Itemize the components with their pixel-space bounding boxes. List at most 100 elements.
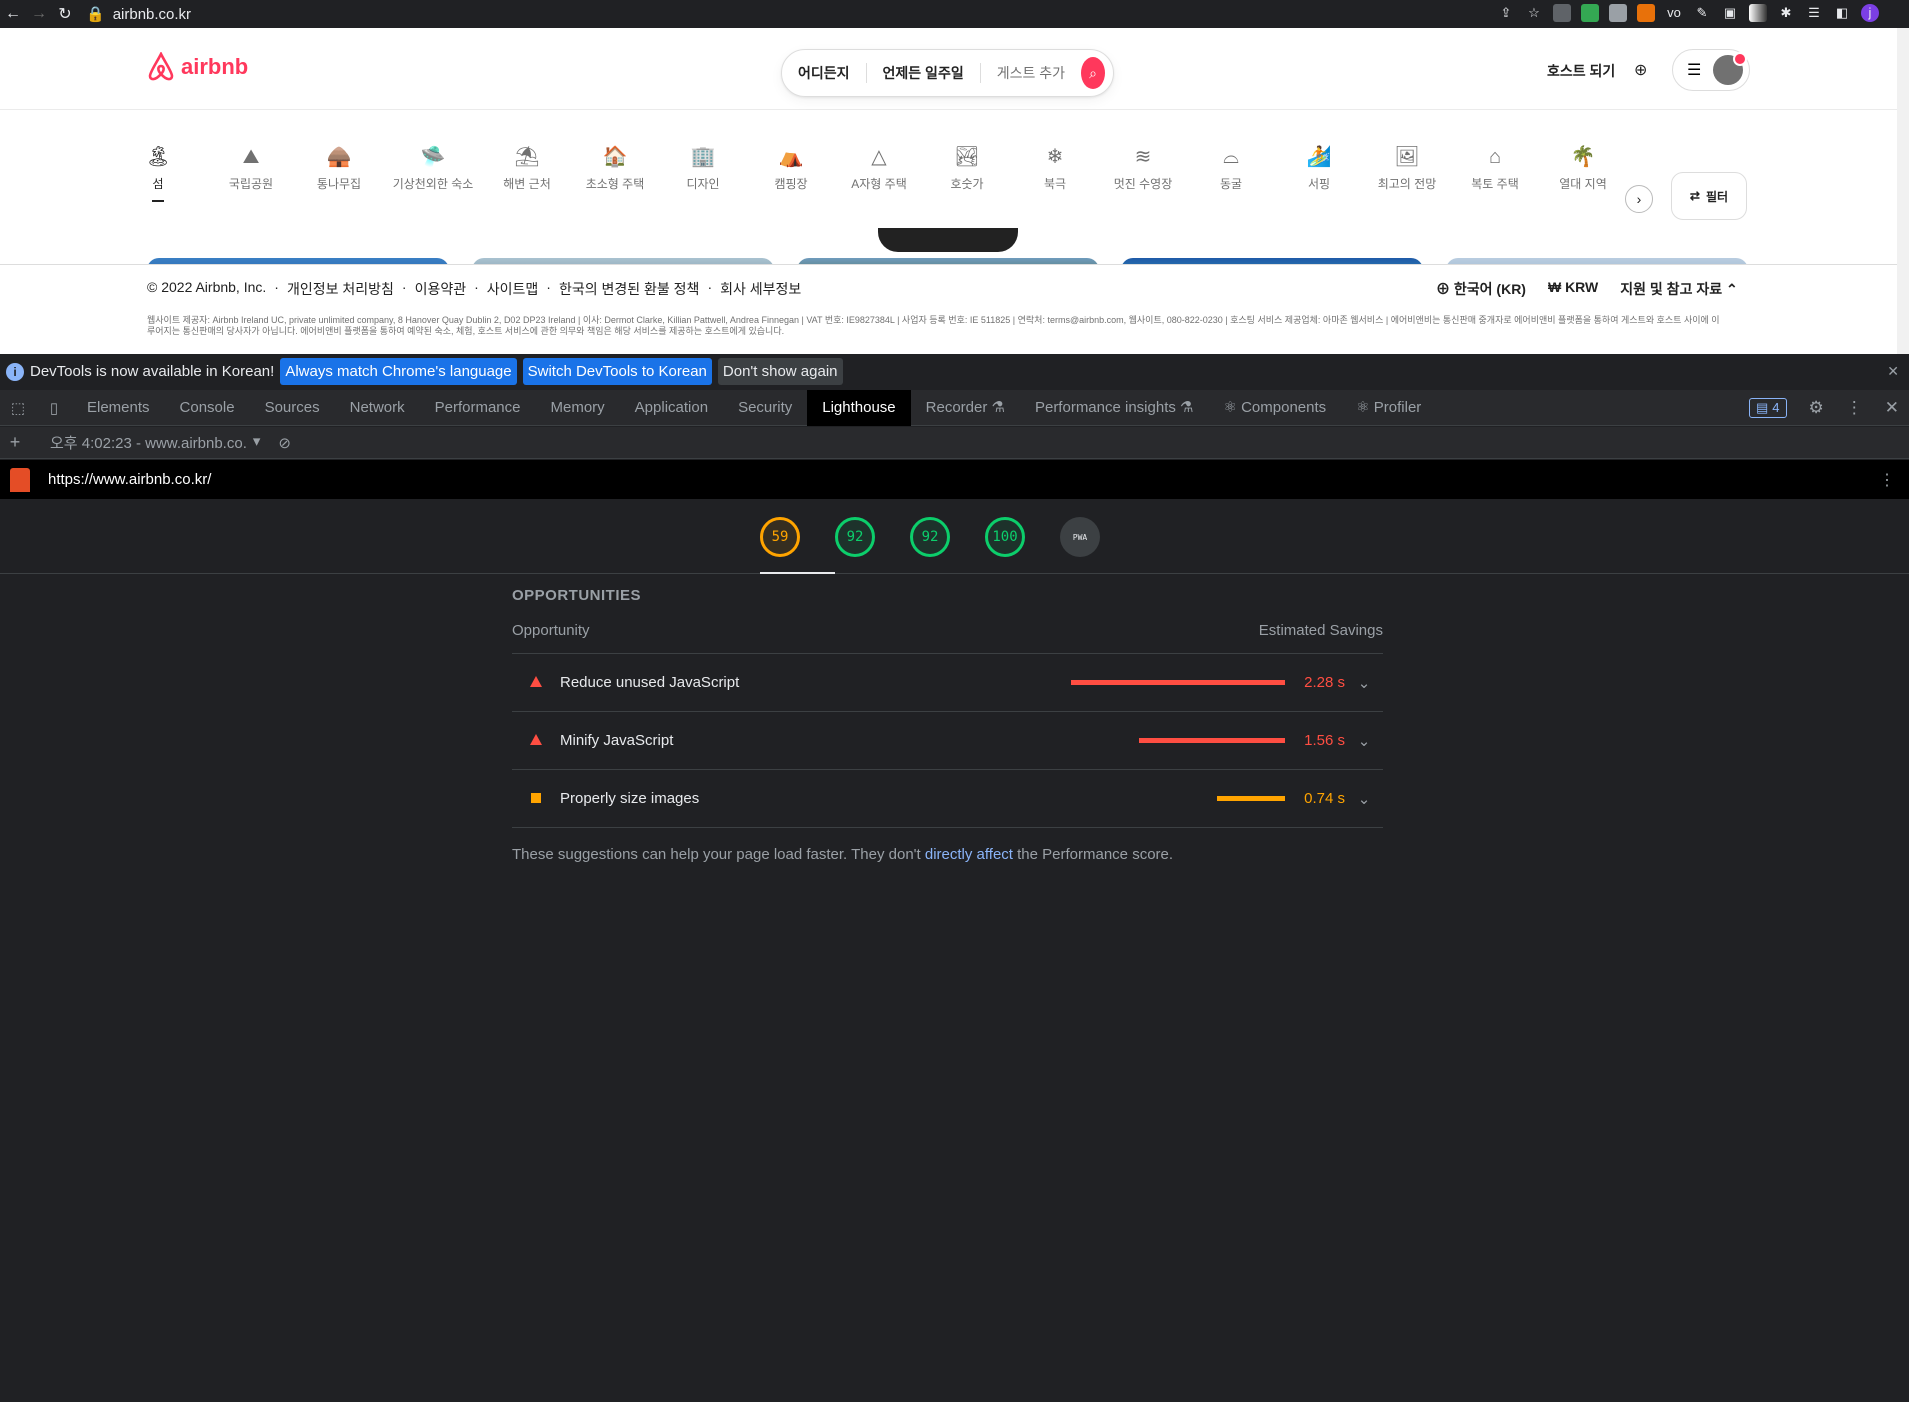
footer-link-refund[interactable]: 한국의 변경된 환불 정책: [559, 279, 699, 299]
globe-icon[interactable]: ⊕: [1634, 60, 1647, 80]
devtools-tab[interactable]: Memory: [536, 390, 620, 426]
devtools-scrollbar[interactable]: [1897, 998, 1909, 1402]
search-where[interactable]: 어디든지: [782, 63, 867, 83]
currency-button[interactable]: ₩ KRW: [1548, 279, 1598, 299]
category-item[interactable]: ❄ 북극: [1011, 145, 1099, 202]
search-when[interactable]: 언제든 일주일: [867, 63, 981, 83]
devtools-tab[interactable]: Performance insights ⚗: [1020, 390, 1209, 426]
more-vertical-icon[interactable]: ⋮: [1846, 398, 1863, 418]
vs-extension-icon[interactable]: vo: [1665, 4, 1683, 22]
puzzle-icon[interactable]: ✱: [1777, 4, 1795, 22]
category-item[interactable]: ⛱ 해변 근처: [483, 145, 571, 202]
category-item[interactable]: ⛺ 캠핑장: [747, 145, 835, 202]
filter-button[interactable]: ⇄ 필터: [1671, 172, 1747, 220]
plus-icon[interactable]: +: [0, 432, 30, 453]
footer-link-privacy[interactable]: 개인정보 처리방침: [287, 279, 394, 299]
category-item[interactable]: ⛰ 국립공원: [207, 145, 295, 202]
category-icon: △: [871, 146, 887, 168]
category-item[interactable]: 🏞 호숫가: [923, 145, 1011, 202]
clear-icon[interactable]: ⊘: [278, 434, 291, 452]
support-button[interactable]: 지원 및 참고 자료 ⌃: [1620, 279, 1737, 299]
chevron-down-icon[interactable]: ⌄: [1345, 790, 1383, 808]
category-item[interactable]: 🌴 열대 지역: [1539, 145, 1627, 202]
devtools-tab[interactable]: Lighthouse: [807, 389, 911, 426]
profile-icon[interactable]: j: [1861, 4, 1879, 22]
devtools-tab[interactable]: ⚛ Profiler: [1341, 390, 1436, 426]
camera-icon[interactable]: [1553, 4, 1571, 22]
search-button[interactable]: ⌕: [1081, 57, 1105, 89]
category-item[interactable]: ⌂ 복토 주택: [1451, 145, 1539, 202]
search-bar[interactable]: 어디든지 언제든 일주일 게스트 추가 ⌕: [781, 49, 1114, 97]
devtools-tab[interactable]: ⚛ Components: [1208, 390, 1341, 426]
score-gauge[interactable]: 100: [985, 517, 1025, 557]
chevron-down-icon[interactable]: ⌄: [1345, 732, 1383, 750]
score-gauge[interactable]: 92: [910, 517, 950, 557]
category-item[interactable]: 🛸 기상천외한 숙소: [383, 145, 483, 202]
devtools-tab[interactable]: Application: [620, 390, 723, 426]
category-item[interactable]: 🏠 초소형 주택: [571, 145, 659, 202]
category-icon: ≋: [1134, 146, 1152, 168]
opportunity-row[interactable]: Properly size images 0.74 s ⌄: [512, 770, 1383, 828]
gradient-icon[interactable]: [1749, 4, 1767, 22]
devtools-tab[interactable]: Console: [165, 390, 250, 426]
back-icon[interactable]: ←: [0, 5, 26, 23]
extension-green-icon[interactable]: [1581, 4, 1599, 22]
user-menu-button[interactable]: ☰: [1672, 49, 1750, 91]
more-vertical-icon[interactable]: ⋮: [1879, 470, 1895, 490]
footer-link-company[interactable]: 회사 세부정보: [720, 279, 801, 299]
device-toggle-icon[interactable]: ▯: [36, 399, 72, 417]
pen-icon[interactable]: ✎: [1693, 4, 1711, 22]
category-item[interactable]: ≋ 멋진 수영장: [1099, 145, 1187, 202]
inspect-icon[interactable]: ⬚: [0, 399, 36, 417]
devtools-tab[interactable]: Sources: [250, 390, 335, 426]
issues-badge[interactable]: ▤ 4: [1748, 397, 1787, 418]
footer-link-sitemap[interactable]: 사이트맵: [487, 279, 539, 299]
extension-orange-icon[interactable]: [1637, 4, 1655, 22]
score-gauge[interactable]: 59: [760, 517, 800, 557]
report-selector[interactable]: 오후 4:02:23 - www.airbnb.co. ▾: [50, 432, 260, 453]
devtools-tab[interactable]: Elements: [72, 390, 165, 426]
chevron-down-icon[interactable]: ⌄: [1345, 674, 1383, 692]
devtools-tab[interactable]: Security: [723, 390, 807, 426]
reload-icon[interactable]: ↻: [52, 4, 78, 24]
search-guests[interactable]: 게스트 추가: [981, 63, 1081, 83]
category-item[interactable]: 🏄 서핑: [1275, 145, 1363, 202]
media-icon[interactable]: ▣: [1721, 4, 1739, 22]
category-item[interactable]: 🏝 섬: [145, 145, 171, 202]
score-gauge[interactable]: PWA: [1060, 517, 1100, 557]
score-gauge[interactable]: 92: [835, 517, 875, 557]
category-next-button[interactable]: ›: [1625, 185, 1653, 213]
bookmark-star-icon[interactable]: ☆: [1525, 4, 1543, 22]
airbnb-logo[interactable]: airbnb: [147, 52, 248, 82]
gear-icon[interactable]: ⚙: [1809, 398, 1824, 418]
share-icon[interactable]: ⇪: [1497, 4, 1515, 22]
directly-affect-link[interactable]: directly affect: [925, 846, 1013, 863]
footer-link-terms[interactable]: 이용약관: [415, 279, 467, 299]
category-item[interactable]: 🖼 최고의 전망: [1363, 145, 1451, 202]
switch-korean-button[interactable]: Switch DevTools to Korean: [522, 358, 712, 385]
language-button[interactable]: ⊕ 한국어 (KR): [1436, 279, 1526, 299]
extension-gray-icon[interactable]: [1609, 4, 1627, 22]
address-bar[interactable]: 🔒 airbnb.co.kr: [86, 5, 191, 24]
page-scrollbar[interactable]: [1897, 28, 1909, 354]
match-language-button[interactable]: Always match Chrome's language: [280, 358, 517, 385]
forward-icon[interactable]: →: [26, 5, 52, 23]
devtools-tab[interactable]: Performance: [420, 390, 536, 426]
category-item[interactable]: △ A자형 주택: [835, 145, 923, 202]
category-item[interactable]: 🛖 통나무집: [295, 145, 383, 202]
side-panel-icon[interactable]: ◧: [1833, 4, 1851, 22]
dont-show-again-button[interactable]: Don't show again: [717, 358, 843, 385]
become-host-link[interactable]: 호스트 되기: [1547, 61, 1615, 81]
devtools-tab[interactable]: Recorder ⚗: [911, 390, 1020, 426]
reading-list-icon[interactable]: ☰: [1805, 4, 1823, 22]
close-icon[interactable]: ✕: [1885, 398, 1899, 418]
show-map-pill[interactable]: [878, 228, 1018, 252]
opportunity-row[interactable]: Minify JavaScript 1.56 s ⌄: [512, 712, 1383, 770]
report-url[interactable]: https://www.airbnb.co.kr/: [48, 471, 211, 488]
address-text[interactable]: airbnb.co.kr: [113, 6, 191, 23]
opportunity-row[interactable]: Reduce unused JavaScript 2.28 s ⌄: [512, 654, 1383, 712]
devtools-tab[interactable]: Network: [335, 390, 420, 426]
close-icon[interactable]: ✕: [1887, 363, 1899, 380]
category-item[interactable]: 🏢 디자인: [659, 145, 747, 202]
category-item[interactable]: ⌓ 동굴: [1187, 145, 1275, 202]
